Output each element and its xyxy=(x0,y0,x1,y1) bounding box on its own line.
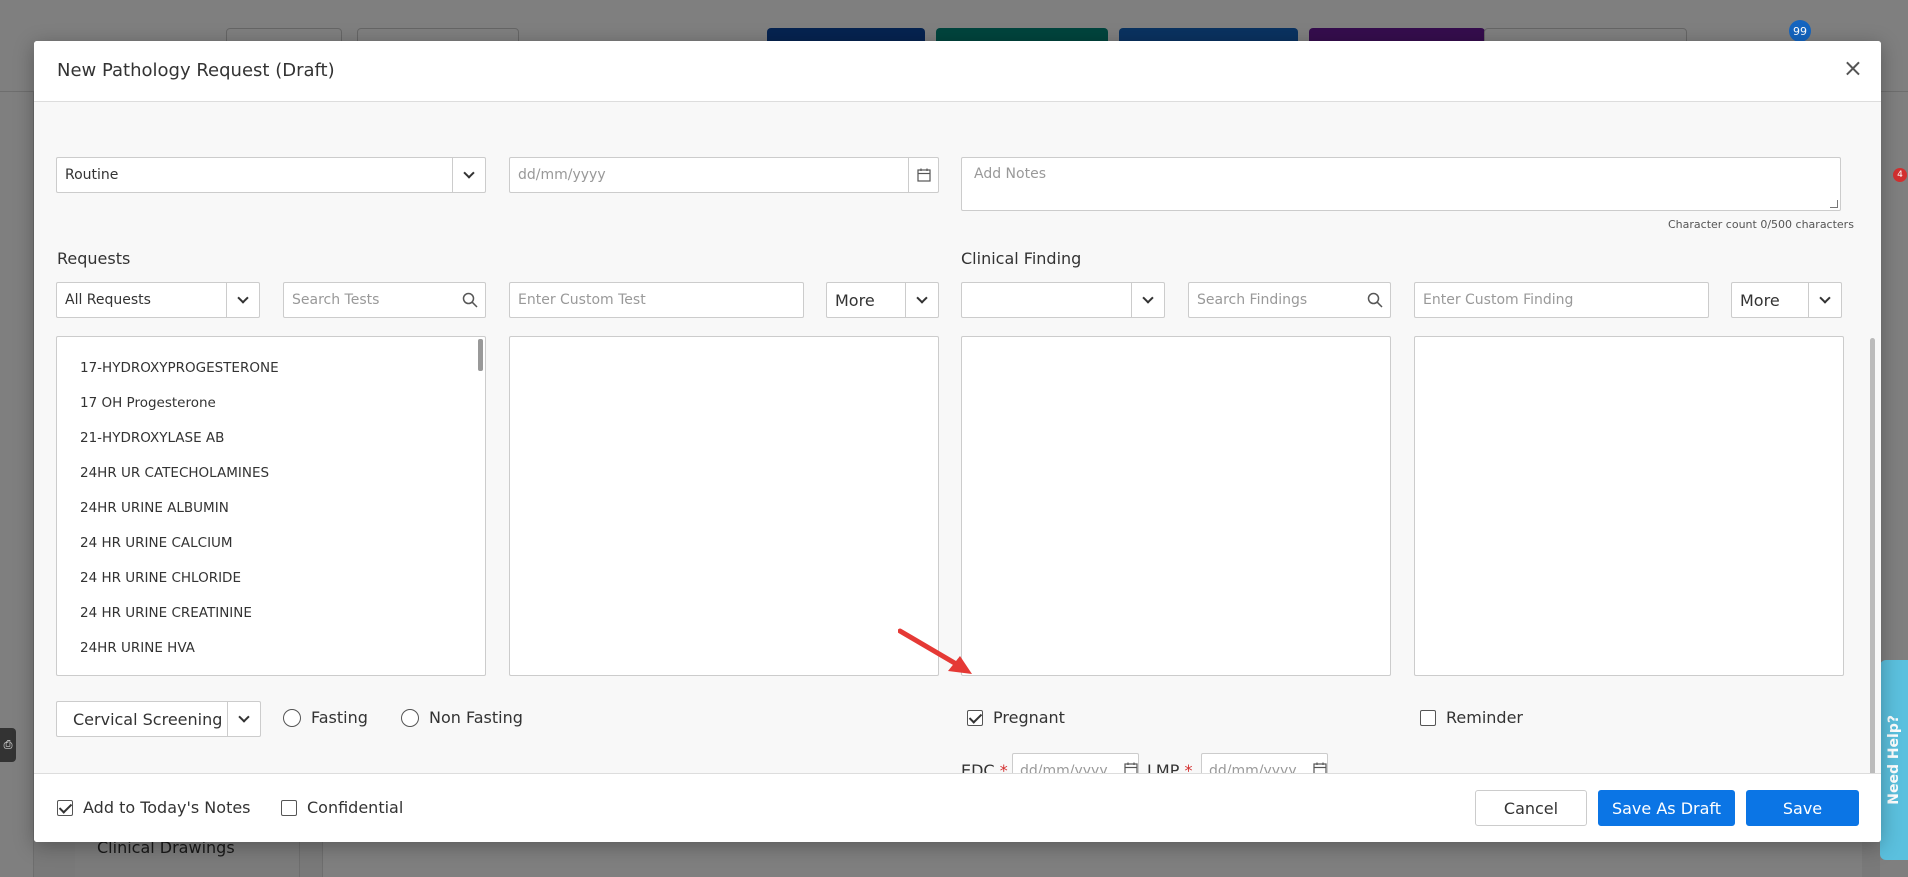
custom-test-input[interactable]: Enter Custom Test xyxy=(509,282,804,318)
list-item[interactable]: 24 HR URINE CHLORIDE xyxy=(57,561,485,596)
notes-placeholder: Add Notes xyxy=(974,166,1046,182)
priority-select[interactable]: Routine xyxy=(56,157,486,193)
list-item[interactable]: 24HR UR CATECHOLAMINES xyxy=(57,456,485,491)
requests-label: Requests xyxy=(57,249,131,268)
add-to-notes-checkbox[interactable]: Add to Today's Notes xyxy=(57,798,251,817)
modal-title: New Pathology Request (Draft) xyxy=(57,60,335,81)
chevron-down-icon[interactable] xyxy=(227,702,260,736)
requests-filter-select[interactable]: All Requests xyxy=(56,282,260,318)
search-tests-input[interactable]: Search Tests xyxy=(283,282,486,318)
clinical-more-button[interactable]: More xyxy=(1731,282,1842,318)
chevron-down-icon[interactable] xyxy=(452,158,485,192)
add-to-notes-checkbox-box[interactable] xyxy=(57,799,73,816)
confidential-checkbox[interactable]: Confidential xyxy=(281,798,403,817)
modal-scrollbar[interactable] xyxy=(1870,338,1875,808)
screening-value: Cervical Screening xyxy=(73,709,223,729)
cancel-button[interactable]: Cancel xyxy=(1475,790,1587,826)
confidential-label: Confidential xyxy=(307,798,404,817)
custom-finding-input[interactable]: Enter Custom Finding xyxy=(1414,282,1709,318)
list-item[interactable]: 24HR URINE HVA xyxy=(57,631,485,666)
reminder-label: Reminder xyxy=(1446,708,1523,727)
resize-handle-icon[interactable] xyxy=(1830,200,1838,208)
fasting-radio[interactable]: Fasting xyxy=(283,708,368,727)
search-icon[interactable] xyxy=(1360,283,1390,317)
save-as-draft-button[interactable]: Save As Draft xyxy=(1598,790,1735,826)
calendar-icon[interactable] xyxy=(908,158,938,192)
fasting-label: Fasting xyxy=(311,708,368,727)
tests-list-scrollbar[interactable] xyxy=(478,339,483,371)
notification-badge: 99 xyxy=(1789,20,1811,42)
confidential-checkbox-box[interactable] xyxy=(281,799,297,816)
chevron-down-icon[interactable] xyxy=(1131,283,1164,317)
search-icon[interactable] xyxy=(455,283,485,317)
clinical-more-label: More xyxy=(1740,290,1780,310)
reminder-checkbox-box[interactable] xyxy=(1420,709,1436,726)
annotation-arrow-icon xyxy=(898,628,972,674)
request-date-field[interactable]: dd/mm/yyyy xyxy=(509,157,939,193)
need-help-tab[interactable]: Need Help? xyxy=(1880,660,1908,860)
need-help-label: Need Help? xyxy=(1886,715,1902,805)
tests-list[interactable]: 17-HYDROXYPROGESTERONE 17 OH Progesteron… xyxy=(56,336,486,676)
notes-char-count: Character count 0/500 characters xyxy=(1668,218,1854,231)
chevron-down-icon[interactable] xyxy=(1808,283,1841,317)
list-item[interactable]: 17 OH Progesterone xyxy=(57,386,485,421)
list-item[interactable]: 24 HR URINE CALCIUM xyxy=(57,526,485,561)
non-fasting-radio[interactable]: Non Fasting xyxy=(401,708,523,727)
selected-findings-list[interactable] xyxy=(1414,336,1844,676)
clinical-finding-label: Clinical Finding xyxy=(961,249,1082,268)
priority-value: Routine xyxy=(65,167,119,183)
findings-list[interactable] xyxy=(961,336,1391,676)
clinical-filter-select[interactable] xyxy=(961,282,1165,318)
pregnant-checkbox-box[interactable] xyxy=(967,709,983,726)
close-icon[interactable]: × xyxy=(1843,56,1863,80)
modal-header: New Pathology Request (Draft) × xyxy=(34,41,1881,102)
pregnant-checkbox[interactable]: Pregnant xyxy=(967,708,1065,727)
modal-body: Routine dd/mm/yyyy Add Notes Character c… xyxy=(34,103,1881,813)
search-findings-placeholder: Search Findings xyxy=(1197,292,1308,308)
printer-icon[interactable]: ⎙ xyxy=(0,728,16,762)
custom-test-placeholder: Enter Custom Test xyxy=(518,292,646,308)
modal-footer: Add to Today's Notes Confidential Cancel… xyxy=(34,773,1881,842)
screening-select[interactable]: Cervical Screening xyxy=(56,701,261,737)
requests-more-button[interactable]: More xyxy=(826,282,939,318)
chevron-down-icon[interactable] xyxy=(226,283,259,317)
list-item[interactable]: 24 HR URINE CREATININE xyxy=(57,596,485,631)
chat-badge: 4 xyxy=(1893,168,1907,182)
list-item[interactable]: 21-HYDROXYLASE AB xyxy=(57,421,485,456)
custom-finding-placeholder: Enter Custom Finding xyxy=(1423,292,1574,308)
non-fasting-radio-circle[interactable] xyxy=(401,708,419,727)
list-item[interactable]: 24HR URINE ALBUMIN xyxy=(57,491,485,526)
save-button[interactable]: Save xyxy=(1746,790,1859,826)
chevron-down-icon[interactable] xyxy=(905,283,938,317)
selected-tests-list[interactable] xyxy=(509,336,939,676)
search-tests-placeholder: Search Tests xyxy=(292,292,380,308)
pregnant-label: Pregnant xyxy=(993,708,1065,727)
fasting-radio-circle[interactable] xyxy=(283,708,301,727)
requests-more-label: More xyxy=(835,290,875,310)
list-item[interactable]: 17-HYDROXYPROGESTERONE xyxy=(57,351,485,386)
requests-filter-value: All Requests xyxy=(65,292,151,308)
notes-textarea[interactable]: Add Notes xyxy=(961,157,1841,211)
add-to-notes-label: Add to Today's Notes xyxy=(83,798,251,817)
non-fasting-label: Non Fasting xyxy=(429,708,523,727)
search-findings-input[interactable]: Search Findings xyxy=(1188,282,1391,318)
reminder-checkbox[interactable]: Reminder xyxy=(1420,708,1523,727)
request-date-placeholder: dd/mm/yyyy xyxy=(518,167,606,183)
list-item[interactable]: 24HR URINE IODINE xyxy=(57,666,485,675)
pathology-request-modal: New Pathology Request (Draft) × Routine … xyxy=(34,41,1881,842)
